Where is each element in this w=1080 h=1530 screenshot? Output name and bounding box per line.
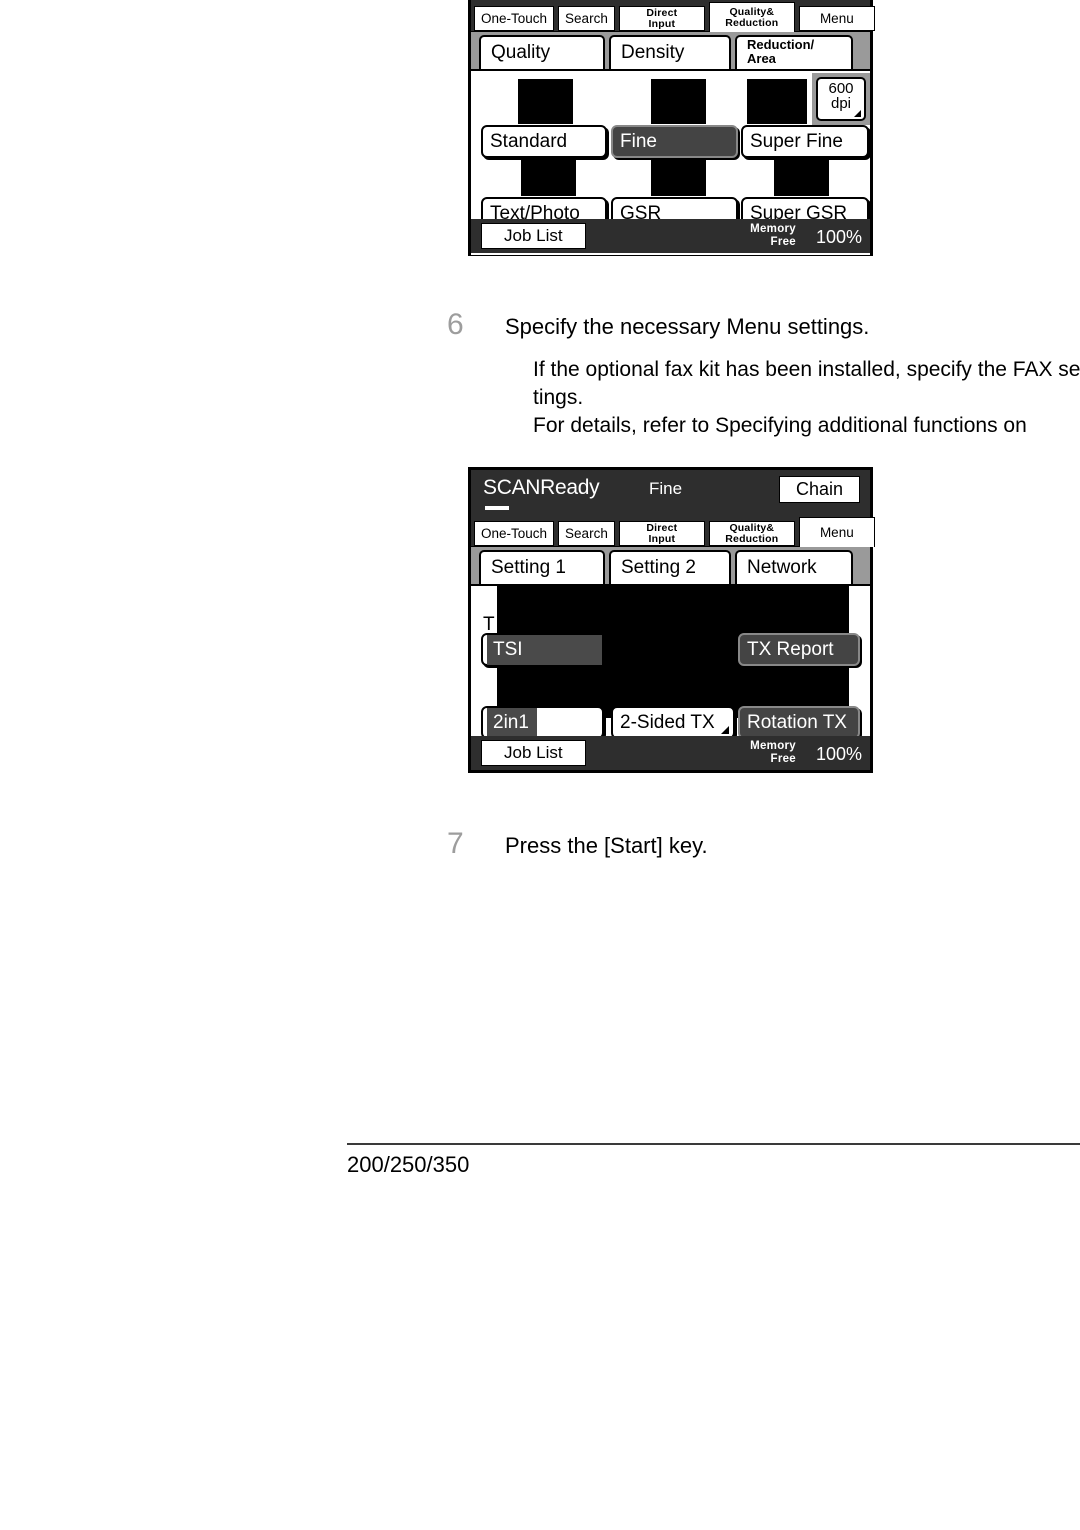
lcd-panel-quality: One-Touch Search Direct Input Quality& R…	[468, 0, 875, 256]
fn-tab-menu[interactable]: Menu	[798, 517, 875, 547]
fn-tab-label: Menu	[819, 525, 854, 541]
fn-tab-quality-reduction[interactable]: Quality& Reduction	[708, 2, 795, 32]
memory-label-line1: Memory	[750, 223, 796, 235]
fn-tab-label: Search	[565, 11, 608, 27]
sub-tab-label: Quality	[491, 41, 551, 63]
redacted-thumbnail	[518, 79, 573, 124]
step-body-line-2: tings.	[533, 386, 584, 409]
chain-button[interactable]: Chain	[778, 476, 860, 503]
option-button-rotation-tx[interactable]: Rotation TX	[738, 706, 860, 739]
step-body-line-1: If the optional fax kit has been install…	[533, 358, 1080, 381]
sub-tab-setting-1[interactable]: Setting 1	[479, 550, 605, 584]
step-title: Press the [Start] key.	[505, 833, 708, 858]
lcd-panel-menu: SCANReady Fine Chain One-Touch Search Di…	[468, 467, 875, 773]
lcd-footer-quality: Job List Memory Free 100%	[471, 219, 870, 253]
status-underscore-indicator	[485, 506, 509, 510]
sub-tab-strip-menu: Setting 1 Setting 2 Network	[471, 546, 870, 584]
memory-label-line2: Free	[770, 236, 796, 249]
option-button-tx-report[interactable]: TX Report	[738, 633, 860, 666]
dpi-unit: dpi	[830, 95, 852, 112]
step-body-line-3: For details, refer to Specifying additio…	[533, 414, 1027, 437]
fn-tab-label: Search	[565, 526, 608, 542]
dpi-button[interactable]: 600 dpi	[812, 73, 870, 125]
option-button-standard[interactable]: Standard	[481, 125, 607, 158]
option-button-2in1[interactable]: 2in1	[481, 706, 604, 739]
fn-tab-menu[interactable]: Menu	[798, 6, 875, 31]
footer-model-label: 200/250/350	[347, 1152, 470, 1177]
fn-tab-label: One-Touch	[481, 526, 548, 542]
option-button-fine[interactable]: Fine	[611, 125, 738, 158]
fn-tab-label: Menu	[819, 11, 854, 27]
option-label: 2-Sided TX	[620, 711, 715, 733]
option-label: 2in1	[487, 707, 537, 738]
memory-free-value: 100%	[815, 227, 862, 247]
sub-tab-label: Network	[747, 556, 817, 578]
fn-tab-search[interactable]: Search	[558, 521, 615, 546]
option-button-super-fine[interactable]: Super Fine	[741, 125, 869, 158]
job-list-button[interactable]: Job List	[481, 223, 586, 249]
memory-label-line2: Free	[770, 753, 796, 766]
fn-tab-label-line2: Input	[648, 18, 676, 30]
fn-tab-direct-input[interactable]: Direct Input	[618, 6, 705, 31]
fn-tab-direct-input[interactable]: Direct Input	[618, 521, 705, 546]
status-quality-mode: Fine	[649, 479, 683, 498]
lcd-status-bar: SCANReady Fine Chain	[471, 470, 870, 514]
option-button-2-sided-tx[interactable]: 2-Sided TX	[611, 706, 735, 739]
option-label: Super Fine	[750, 130, 843, 152]
step-number: 6	[447, 308, 464, 341]
sub-tab-reduction-area[interactable]: Reduction/ Area	[735, 35, 853, 69]
step-number: 7	[447, 827, 464, 860]
dropdown-triangle-icon	[854, 110, 861, 117]
sub-tab-quality[interactable]: Quality	[479, 35, 605, 69]
dpi-value: 600	[828, 80, 854, 97]
redacted-thumbnail	[747, 79, 807, 124]
status-ready-text: SCANReady	[483, 476, 600, 499]
fn-tab-label-line2: Input	[648, 533, 676, 545]
sub-tab-label-line1: Reduction/	[747, 37, 815, 53]
memory-free-value: 100%	[815, 744, 862, 764]
sub-tab-density[interactable]: Density	[609, 35, 731, 69]
memory-free-label: Memory Free	[750, 740, 796, 766]
dropdown-triangle-icon	[721, 726, 729, 734]
sub-tab-strip-quality: Quality Density Reduction/ Area	[471, 31, 870, 69]
option-label: Standard	[490, 130, 568, 152]
sub-tab-label: Density	[621, 41, 685, 63]
option-button-tsi[interactable]: TSI	[481, 633, 604, 666]
fn-tab-label-line2: Reduction	[725, 17, 779, 29]
sub-tab-setting-2[interactable]: Setting 2	[609, 550, 731, 584]
fn-tab-quality-reduction[interactable]: Quality& Reduction	[708, 521, 795, 546]
option-label: TSI	[487, 634, 602, 665]
memory-label-line1: Memory	[750, 740, 796, 752]
fn-tab-label-line2: Reduction	[725, 533, 779, 545]
option-label: TX Report	[747, 638, 834, 660]
job-list-button[interactable]: Job List	[481, 740, 586, 766]
sub-tab-label: Setting 2	[621, 556, 696, 578]
fn-tab-one-touch[interactable]: One-Touch	[474, 521, 555, 546]
option-label: Rotation TX	[747, 711, 847, 733]
sub-tab-network[interactable]: Network	[735, 550, 853, 584]
step-title: Specify the necessary Menu settings.	[505, 314, 870, 339]
function-tab-strip-quality: One-Touch Search Direct Input Quality& R…	[471, 0, 875, 32]
redacted-thumbnail	[651, 79, 706, 124]
fn-tab-one-touch[interactable]: One-Touch	[474, 6, 555, 31]
sub-tab-label: Setting 1	[491, 556, 566, 578]
footer-divider	[347, 1143, 1080, 1145]
memory-free-label: Memory Free	[750, 223, 796, 249]
fn-tab-label: One-Touch	[481, 11, 548, 27]
function-tab-strip-menu: One-Touch Search Direct Input Quality& R…	[471, 514, 875, 547]
dpi-button-inner: 600 dpi	[816, 77, 866, 121]
lcd-footer-menu: Job List Memory Free 100%	[471, 736, 870, 770]
fn-tab-search[interactable]: Search	[558, 6, 615, 31]
option-label: Fine	[620, 130, 657, 152]
sub-tab-label-line2: Area	[747, 51, 776, 66]
